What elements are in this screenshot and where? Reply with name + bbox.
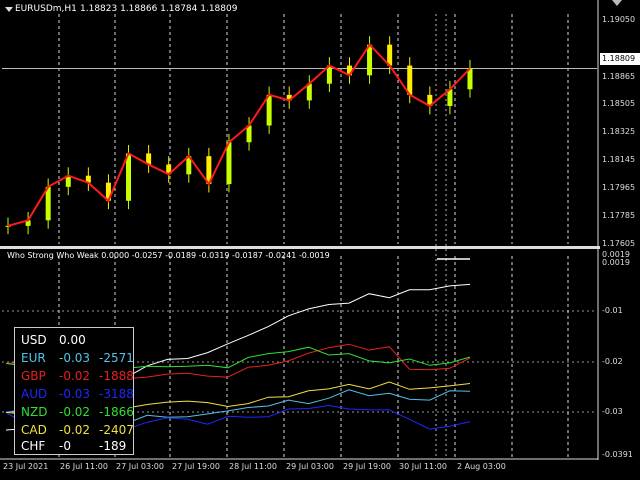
pane-divider[interactable] <box>0 246 600 249</box>
price-tick: 1.18865 <box>602 72 636 81</box>
candle-body <box>367 44 373 76</box>
price-tick: 1.19050 <box>602 15 636 24</box>
currency-points: -2571 <box>99 351 134 365</box>
currency-value: -0.02 <box>59 369 91 383</box>
indicator-label: Who Strong Who Weak 0.0000 -0.0257 -0.01… <box>7 251 330 260</box>
currency-value: -0.03 <box>59 351 91 365</box>
price-tick: 1.17605 <box>602 239 636 248</box>
price-tick: 1.18145 <box>602 155 636 164</box>
currency-strength-table: USD 0.00 EUR -0.03 -2571 GBP -0.02 -1888… <box>14 327 134 455</box>
currency-name: CHF <box>21 439 46 453</box>
currency-points: -189 <box>99 439 127 453</box>
indicator-tick: -0.02 <box>602 357 623 366</box>
time-tick: 27 Jul 19:00 <box>172 462 220 471</box>
time-tick: 26 Jul 11:00 <box>60 462 108 471</box>
price-tick: 1.17785 <box>602 211 636 220</box>
currency-name: AUD <box>21 387 48 401</box>
price-tick: 1.17965 <box>602 183 636 192</box>
ohlc-readout: 1.18823 1.18866 1.18784 1.18809 <box>80 4 238 14</box>
currency-name: USD <box>21 333 47 347</box>
chevron-down-icon[interactable] <box>5 7 13 12</box>
time-tick: 29 Jul 03:00 <box>286 462 334 471</box>
currency-points: -1888 <box>99 369 134 383</box>
time-tick: 30 Jul 11:00 <box>399 462 447 471</box>
currency-points: -3188 <box>99 387 134 401</box>
time-tick: 2 Aug 03:00 <box>457 462 506 471</box>
currency-value: 0.00 <box>59 333 86 347</box>
scroll-corner-icon[interactable] <box>612 0 622 6</box>
indicator-tick: -0.01 <box>602 306 623 315</box>
price-tick: 1.18325 <box>602 127 636 136</box>
chart-window: EURUSDm,H1 1.18823 1.18866 1.18784 1.188… <box>0 0 640 480</box>
candle-body <box>226 142 232 185</box>
price-tick: 1.18505 <box>602 99 636 108</box>
currency-name: EUR <box>21 351 46 365</box>
candle-body <box>407 65 413 95</box>
candle-body <box>266 94 272 126</box>
candle-body <box>126 153 132 201</box>
currency-value: -0.03 <box>59 387 91 401</box>
currency-value: -0.02 <box>59 405 91 419</box>
time-tick: 23 Jul 2021 <box>3 462 49 471</box>
currency-points: -1866 <box>99 405 134 419</box>
currency-value: -0 <box>59 439 71 453</box>
current-price-tag: 1.18809 <box>599 52 640 66</box>
time-tick: 28 Jul 11:00 <box>229 462 277 471</box>
time-tick: 27 Jul 03:00 <box>116 462 164 471</box>
time-tick: 29 Jul 19:00 <box>343 462 391 471</box>
candle-body <box>45 186 51 221</box>
indicator-tick: -0.03 <box>602 407 623 416</box>
indicator-tick: -0.0391 <box>602 450 633 459</box>
indicator-tick: 0.0019 <box>602 258 630 267</box>
currency-name: NZD <box>21 405 48 419</box>
symbol-label: EURUSDm,H1 <box>15 4 77 14</box>
currency-name: GBP <box>21 369 46 383</box>
moving-average-line <box>7 43 471 227</box>
